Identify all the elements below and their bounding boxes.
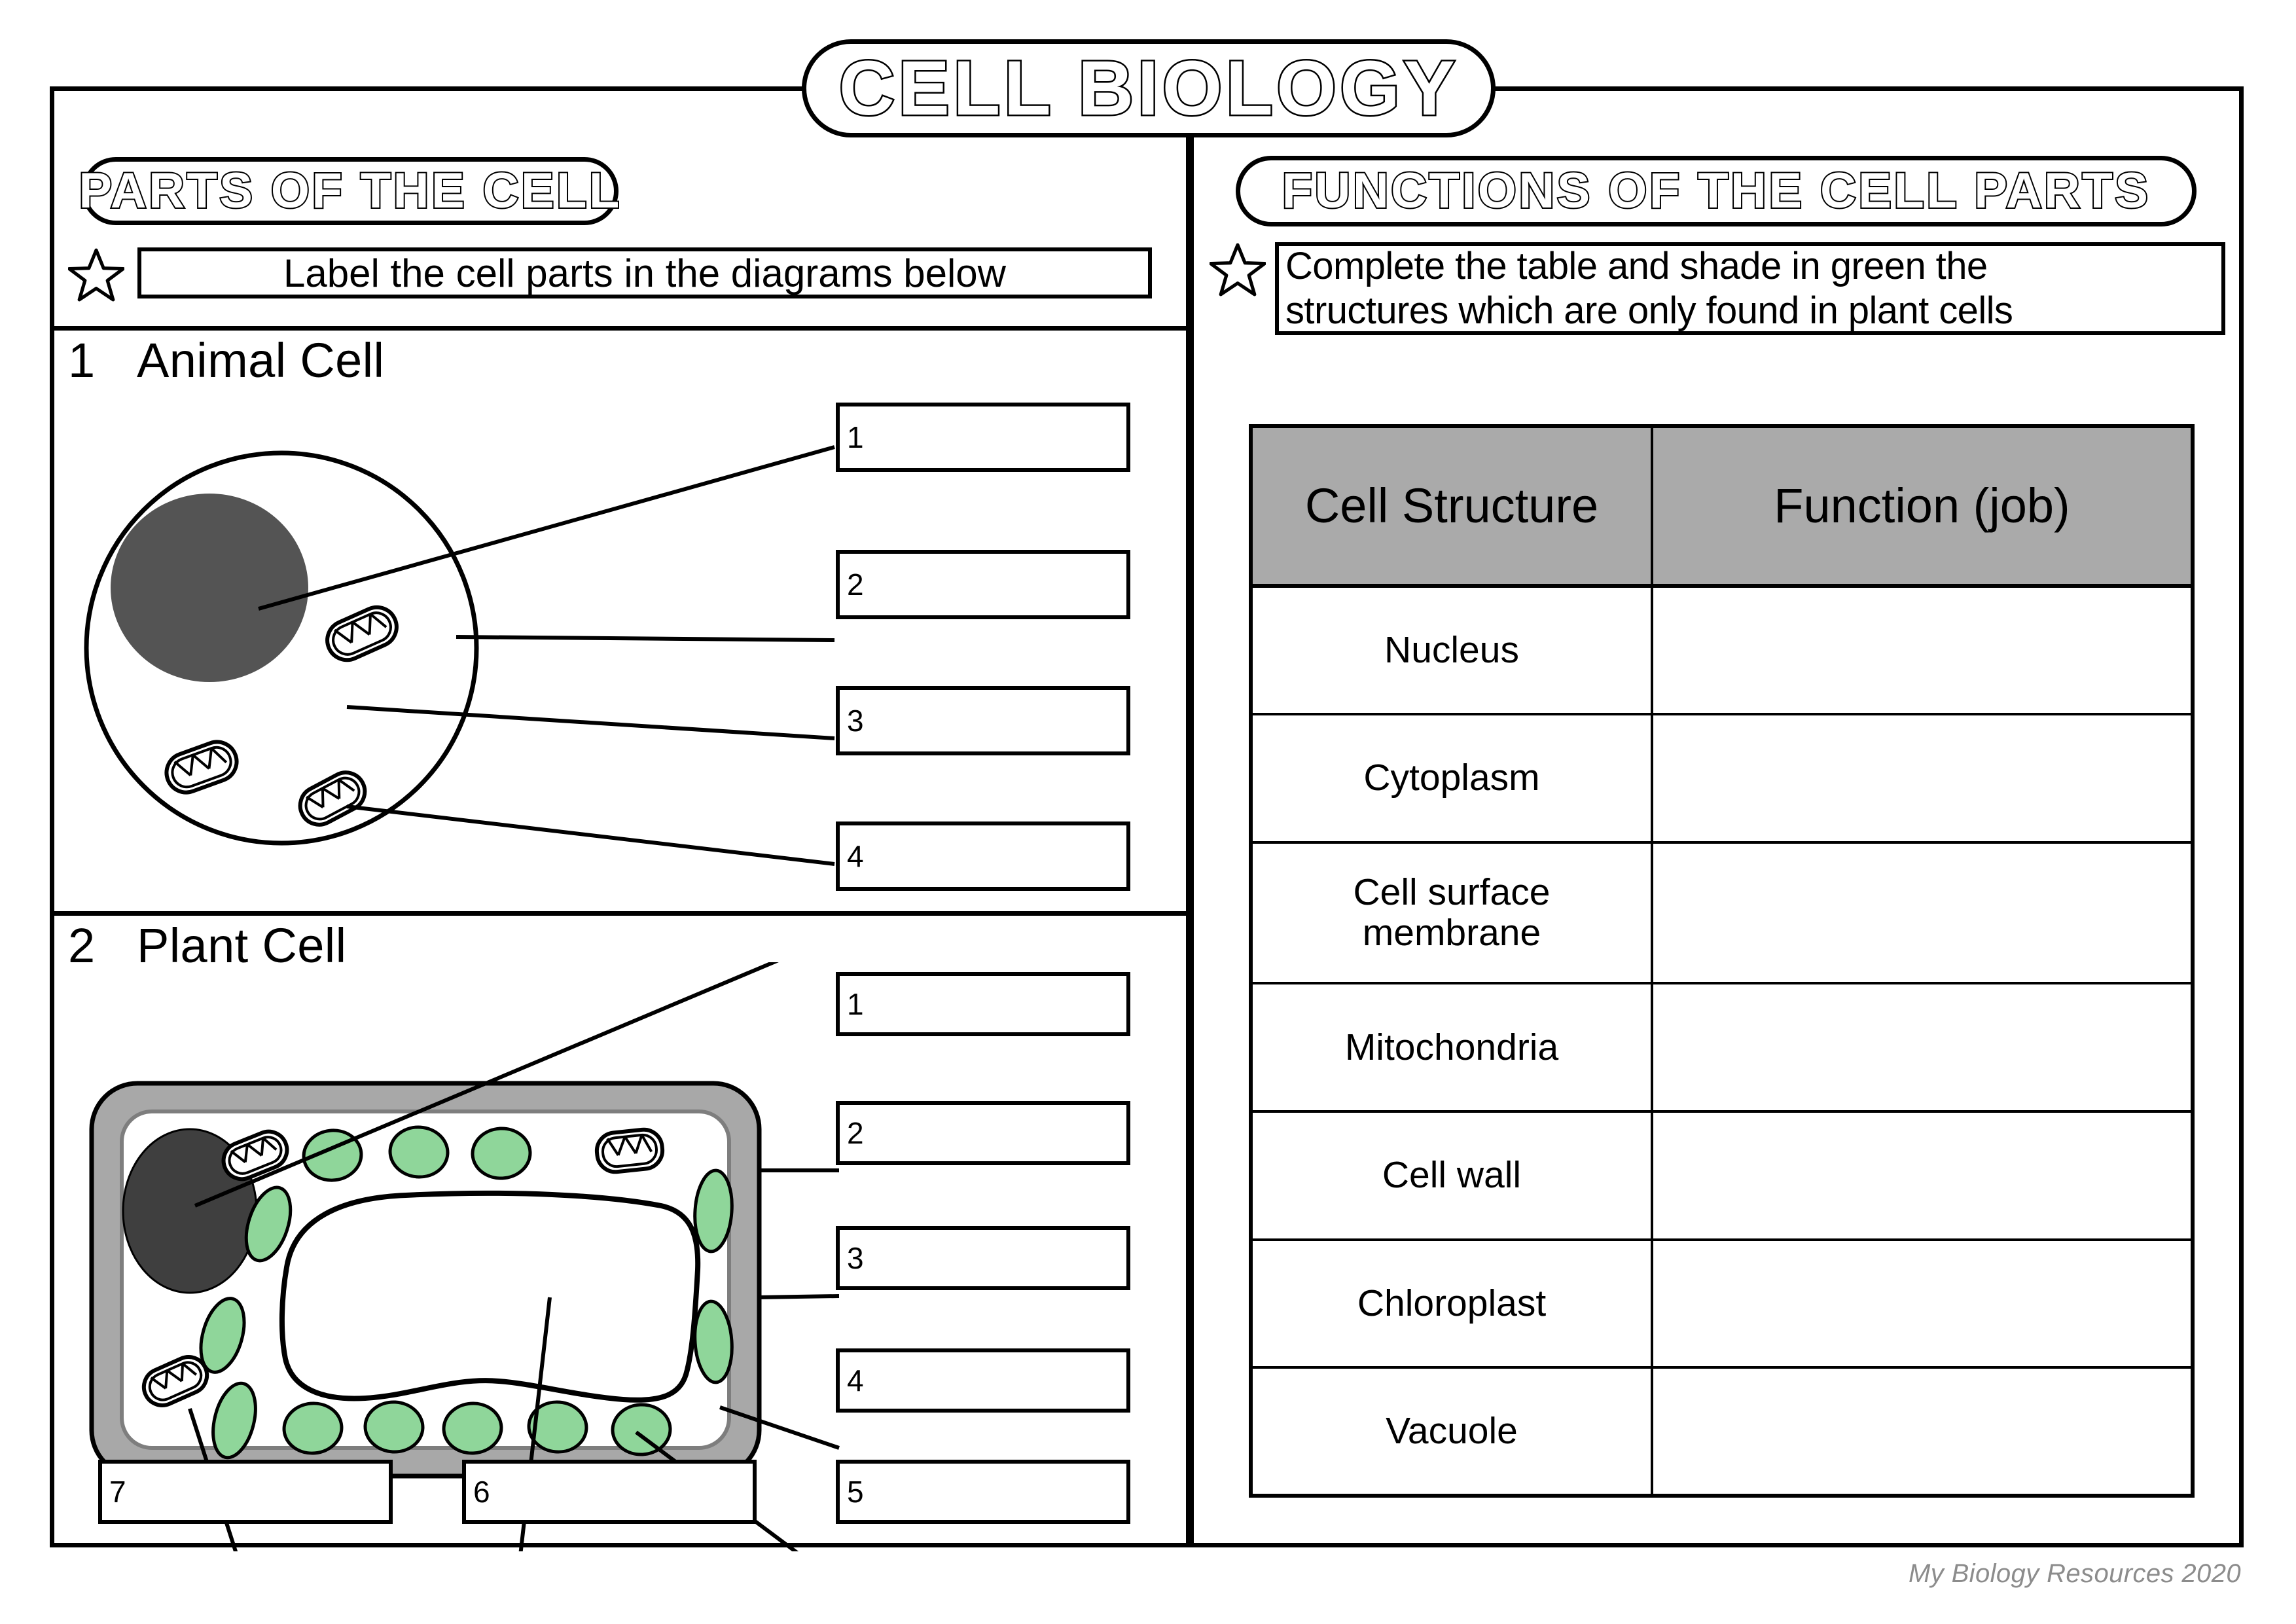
row-answer-vacuole[interactable] [1651,1366,2194,1497]
table-row: Chloroplast [1249,1238,2194,1369]
mitochondrion-icon [594,1127,665,1174]
section-divider-2 [50,911,1190,916]
answer-box-number: 7 [109,1475,126,1509]
chloroplast [611,1403,672,1456]
animal-answer-box-4[interactable]: 4 [836,821,1130,891]
plant-answer-box-5[interactable]: 5 [836,1460,1130,1524]
column-header-function: Function (job) [1651,424,2194,588]
plant-answer-box-1[interactable]: 1 [836,972,1130,1036]
parts-of-cell-header: PARTS OF THE CELL [77,163,622,219]
answer-box-number: 3 [847,704,864,738]
row-label-cell-wall: Cell wall [1249,1110,1653,1241]
row-answer-cell-wall[interactable] [1651,1110,2194,1241]
answer-box-number: 5 [847,1475,864,1509]
table-row: Cell wall [1249,1110,2194,1241]
row-label-cytoplasm: Cytoplasm [1249,712,1653,844]
chloroplast [471,1127,532,1180]
row-label-nucleus: Nucleus [1249,585,1653,715]
table-row: Nucleus [1249,585,2194,715]
leader-line-3 [757,1294,840,1299]
functions-instruction-row: Complete the table and shade in green th… [1210,242,2225,335]
row-label-vacuole: Vacuole [1249,1366,1653,1497]
row-answer-mitochondria[interactable] [1651,982,2194,1113]
row-answer-cell-surface-membrane[interactable] [1651,840,2194,985]
plant-answer-box-4[interactable]: 4 [836,1348,1130,1413]
parts-instruction-box: Label the cell parts in the diagrams bel… [137,247,1152,298]
row-answer-nucleus[interactable] [1651,585,2194,715]
parts-instruction-text: Label the cell parts in the diagrams bel… [283,251,1006,295]
row-label-cell-surface-membrane: Cell surface membrane [1249,840,1653,985]
functions-instruction-box: Complete the table and shade in green th… [1275,242,2225,335]
plant-answer-box-7[interactable]: 7 [98,1460,393,1524]
cell-functions-table: Cell Structure Function (job) Nucleus Cy… [1249,424,2195,1498]
parts-instruction-row: Label the cell parts in the diagrams bel… [68,247,1152,302]
question-1-title: Animal Cell [137,333,385,388]
footer-credit: My Biology Resources 2020 [1908,1559,2241,1588]
question-1-heading: 1 Animal Cell [68,333,384,388]
animal-cell-diagram [84,445,835,866]
page-title-pill: CELL BIOLOGY [802,39,1496,137]
answer-box-number: 4 [847,839,864,873]
page-title: CELL BIOLOGY [837,45,1459,132]
leader-line-2 [456,635,835,642]
table-row: Mitochondria [1249,982,2194,1113]
table-row: Vacuole [1249,1366,2194,1497]
column-header-structure: Cell Structure [1249,424,1653,588]
plant-answer-box-6[interactable]: 6 [462,1460,757,1524]
row-label-line-2: membrane [1362,912,1541,954]
answer-box-number: 2 [847,568,864,602]
parts-of-cell-header-pill: PARTS OF THE CELL [77,157,622,225]
answer-box-number: 3 [847,1241,864,1275]
panel-divider [1186,121,1194,1547]
star-icon [68,248,124,302]
row-label-chloroplast: Chloroplast [1249,1238,1653,1369]
plant-cell-vacuole [279,1190,701,1403]
section-divider-1 [50,326,1190,331]
chloroplast [363,1400,425,1454]
table-header-row: Cell Structure Function (job) [1249,424,2194,588]
plant-answer-box-3[interactable]: 3 [836,1226,1130,1290]
answer-box-number: 2 [847,1116,864,1150]
answer-box-number: 6 [473,1475,490,1509]
answer-box-number: 4 [847,1363,864,1398]
functions-instruction-line-1: Complete the table and shade in green th… [1285,244,1988,287]
row-answer-chloroplast[interactable] [1651,1238,2194,1369]
animal-answer-box-3[interactable]: 3 [836,686,1130,755]
functions-instruction-line-2: structures which are only found in plant… [1285,289,2013,332]
worksheet-page: CELL BIOLOGY PARTS OF THE CELL Label the… [0,0,2296,1624]
animal-answer-box-1[interactable]: 1 [836,403,1130,472]
table-row: Cell surface membrane [1249,840,2194,985]
row-answer-cytoplasm[interactable] [1651,712,2194,844]
question-1-number: 1 [68,333,96,388]
star-icon [1210,243,1266,297]
table-row: Cytoplasm [1249,712,2194,844]
animal-cell-nucleus [111,494,308,682]
answer-box-number: 1 [847,987,864,1021]
animal-answer-box-2[interactable]: 2 [836,550,1130,619]
answer-box-number: 1 [847,420,864,454]
leader-line-4 [346,804,835,866]
functions-header: FUNCTIONS OF THE CELL PARTS [1281,163,2151,219]
row-label-mitochondria: Mitochondria [1249,982,1653,1113]
row-label-line-1: Cell surface [1353,871,1551,913]
plant-answer-box-2[interactable]: 2 [836,1101,1130,1165]
functions-header-pill: FUNCTIONS OF THE CELL PARTS [1236,156,2197,226]
